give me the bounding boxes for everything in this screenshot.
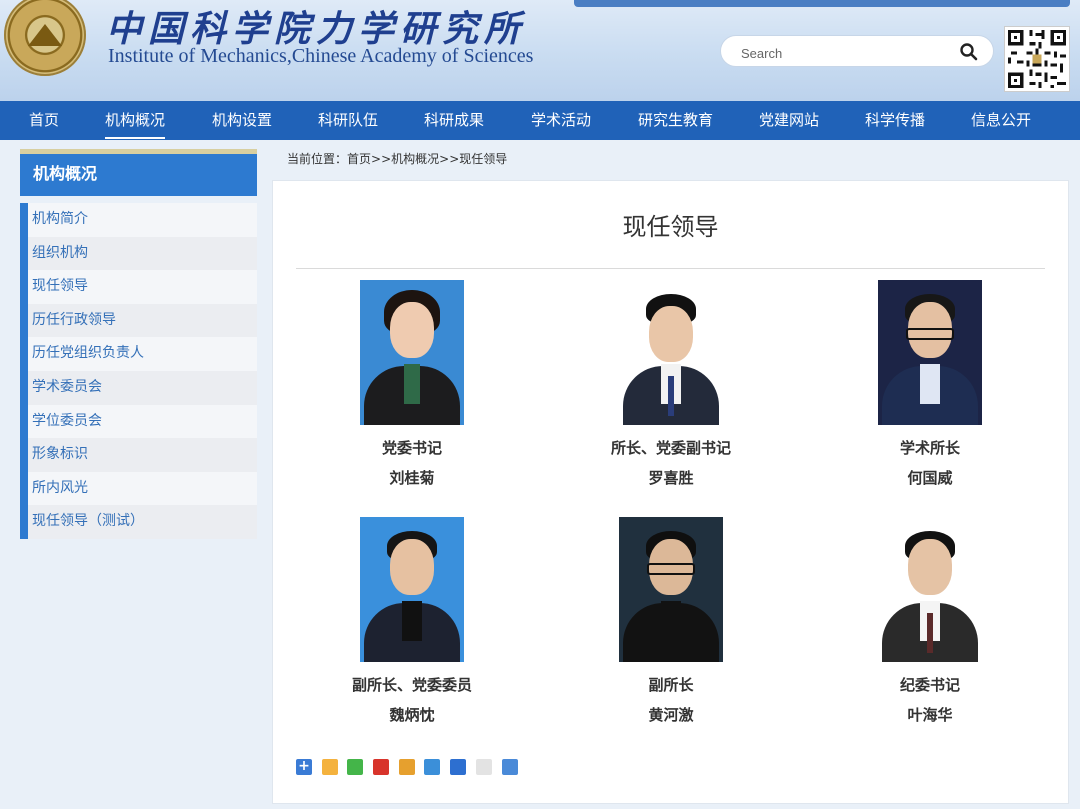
search-icon[interactable]	[959, 42, 979, 62]
sidebar-item-former-party-leaders[interactable]: 历任党组织负责人	[20, 337, 257, 371]
leader-role: 纪委书记	[899, 676, 960, 694]
content-panel: 现任领导 党委书记 刘桂菊 所长、党委副书记 罗喜胜 学术所长 何国威 副所长、…	[272, 180, 1069, 804]
leader-name[interactable]: 刘桂菊	[312, 467, 512, 488]
sidebar-item-former-admin-leaders[interactable]: 历任行政领导	[20, 303, 257, 338]
breadcrumb-section[interactable]: 机构概况	[391, 152, 439, 166]
search-box	[720, 35, 994, 67]
leader-card: 副所长 黄河激	[571, 517, 771, 725]
leader-photo[interactable]	[360, 517, 464, 662]
nav-departments[interactable]: 机构设置	[212, 101, 272, 140]
leader-role: 副所长	[648, 676, 694, 694]
qzone-icon[interactable]	[321, 759, 338, 775]
sidebar-item-visual-identity[interactable]: 形象标识	[20, 438, 257, 472]
breadcrumb-separator: >>	[439, 152, 460, 166]
leader-role: 副所长、党委委员	[351, 676, 472, 694]
nav-research-team[interactable]: 科研队伍	[318, 101, 378, 140]
nav-academic-events[interactable]: 学术活动	[531, 101, 591, 140]
breadcrumb-current[interactable]: 现任领导	[459, 152, 507, 166]
search-input[interactable]	[739, 42, 943, 64]
cas-seal-logo-icon[interactable]	[4, 0, 86, 76]
tencent-icon[interactable]	[424, 759, 441, 775]
leader-card: 所长、党委副书记 罗喜胜	[571, 280, 771, 488]
main-nav: 首页 机构概况 机构设置 科研队伍 科研成果 学术活动 研究生教育 党建网站 科…	[0, 101, 1080, 140]
leader-photo[interactable]	[878, 280, 982, 425]
leader-name[interactable]: 叶海华	[830, 704, 1030, 725]
sidebar-item-academic-committee[interactable]: 学术委员会	[20, 370, 257, 405]
sidebar-item-degree-committee[interactable]: 学位委员会	[20, 404, 257, 439]
leader-card: 党委书记 刘桂菊	[312, 280, 512, 488]
nav-about[interactable]: 机构概况	[105, 101, 166, 140]
page-title: 现任领导	[622, 213, 719, 241]
print-icon[interactable]	[501, 759, 518, 775]
sidebar-title: 机构概况	[20, 149, 257, 196]
leader-photo[interactable]	[878, 517, 982, 662]
share-toolbar: +	[296, 759, 522, 777]
wechat-icon[interactable]	[347, 759, 364, 775]
baidu-icon[interactable]	[450, 759, 467, 775]
renren-icon[interactable]	[373, 759, 390, 775]
leader-name[interactable]: 魏炳忱	[312, 704, 512, 725]
leader-name[interactable]: 何国威	[830, 467, 1030, 488]
leader-photo[interactable]	[360, 280, 464, 425]
share-plus-icon[interactable]: +	[296, 759, 312, 775]
nav-research-results[interactable]: 科研成果	[424, 101, 484, 140]
nav-home[interactable]: 首页	[29, 101, 59, 140]
nav-science-outreach[interactable]: 科学传播	[865, 101, 925, 140]
leader-name[interactable]: 罗喜胜	[571, 467, 771, 488]
breadcrumb-separator: >>	[371, 152, 392, 166]
header-top-bar	[574, 0, 1070, 7]
copy-icon[interactable]	[475, 759, 492, 775]
sidebar: 机构概况 机构简介 组织机构 现任领导 历任行政领导 历任党组织负责人 学术委员…	[20, 149, 257, 539]
sidebar-item-current-leaders-test[interactable]: 现任领导（测试）	[20, 505, 257, 539]
qr-code-icon	[1004, 26, 1070, 92]
site-header: 中国科学院力学研究所 Institute of Mechanics,Chines…	[0, 0, 1080, 101]
breadcrumb-home[interactable]: 首页	[347, 152, 371, 166]
leader-photo[interactable]	[619, 280, 723, 425]
sidebar-item-profile[interactable]: 机构简介	[20, 203, 257, 237]
sidebar-item-organization[interactable]: 组织机构	[20, 236, 257, 271]
nav-graduate-education[interactable]: 研究生教育	[638, 101, 713, 140]
nav-information-disclosure[interactable]: 信息公开	[971, 101, 1031, 140]
leader-photo[interactable]	[619, 517, 723, 662]
sidebar-item-current-leaders[interactable]: 现任领导	[20, 270, 257, 304]
leader-name[interactable]: 黄河激	[571, 704, 771, 725]
leader-role: 所长、党委副书记	[610, 439, 731, 457]
sidebar-list: 机构简介 组织机构 现任领导 历任行政领导 历任党组织负责人 学术委员会 学位委…	[20, 203, 257, 539]
breadcrumb-prefix: 当前位置：	[287, 152, 348, 166]
leader-card: 学术所长 何国威	[830, 280, 1030, 488]
leader-card: 纪委书记 叶海华	[830, 517, 1030, 725]
leader-card: 副所长、党委委员 魏炳忱	[312, 517, 512, 725]
breadcrumb: 当前位置：首页>>机构概况>>现任领导	[287, 150, 507, 167]
title-divider	[296, 268, 1045, 269]
leader-role: 学术所长	[899, 439, 960, 457]
sidebar-item-campus-scenery[interactable]: 所内风光	[20, 471, 257, 506]
leader-role: 党委书记	[381, 439, 442, 457]
nav-party-website[interactable]: 党建网站	[759, 101, 819, 140]
weibo-icon[interactable]	[398, 759, 415, 775]
site-title-en: Institute of Mechanics,Chinese Academy o…	[108, 45, 534, 67]
